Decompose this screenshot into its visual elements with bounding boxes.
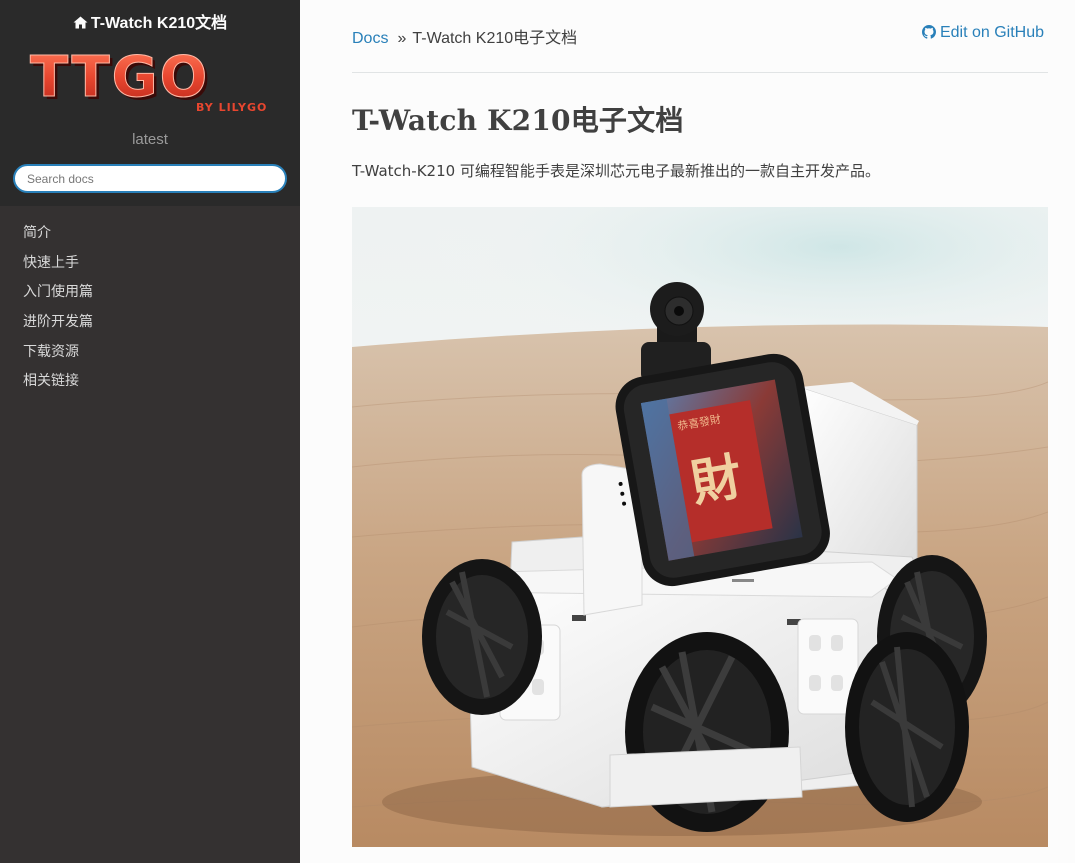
version-label: latest [132,131,168,148]
svg-text:財: 財 [687,447,746,513]
sidebar-item-quickstart[interactable]: 快速上手 [0,249,300,279]
breadcrumb-separator: » [397,30,407,47]
breadcrumb-current: T-Watch K210电子文档 [412,30,578,47]
edit-on-github-link[interactable]: Edit on GitHub [921,24,1044,42]
search-input[interactable] [13,164,287,193]
product-photo: 恭喜發財 財 [352,207,1048,847]
sidebar-nav: 简介 快速上手 入门使用篇 进阶开发篇 下载资源 相关链接 [0,219,300,397]
svg-text:BY LILYGO: BY LILYGO [196,101,267,114]
project-title: T-Watch K210文档 [90,15,228,32]
sidebar-item-getting-started[interactable]: 入门使用篇 [0,278,300,308]
sidebar: T-Watch K210文档 TTGO TTGO BY LILYGO lates… [0,0,300,863]
header-divider [352,72,1048,73]
github-icon [921,25,936,39]
ttgo-logo[interactable]: TTGO TTGO BY LILYGO [28,46,278,118]
sidebar-header: T-Watch K210文档 TTGO TTGO BY LILYGO lates… [0,0,300,206]
project-home-link[interactable]: T-Watch K210文档 [0,9,300,33]
watch-robot-illustration: 恭喜發財 財 [352,207,1048,847]
home-icon [73,16,88,29]
sidebar-item-links[interactable]: 相关链接 [0,367,300,397]
wheel-front-left [422,559,542,715]
wheel-rear-right [845,632,969,822]
intro-paragraph: T-Watch-K210 可编程智能手表是深圳芯元电子最新推出的一款自主开发产品… [352,162,880,180]
sidebar-item-intro[interactable]: 简介 [0,219,300,249]
main-content: Docs » T-Watch K210电子文档 Edit on GitHub T-W… [300,0,1075,863]
breadcrumb: Docs » T-Watch K210电子文档 [352,24,577,48]
sidebar-item-advanced[interactable]: 进阶开发篇 [0,308,300,338]
sidebar-item-downloads[interactable]: 下载资源 [0,338,300,368]
svg-text:TTGO: TTGO [30,46,209,110]
breadcrumb-docs-link[interactable]: Docs [352,30,388,47]
page-title: T-Watch K210电子文档 [352,104,684,137]
edit-link-label: Edit on GitHub [939,24,1044,41]
